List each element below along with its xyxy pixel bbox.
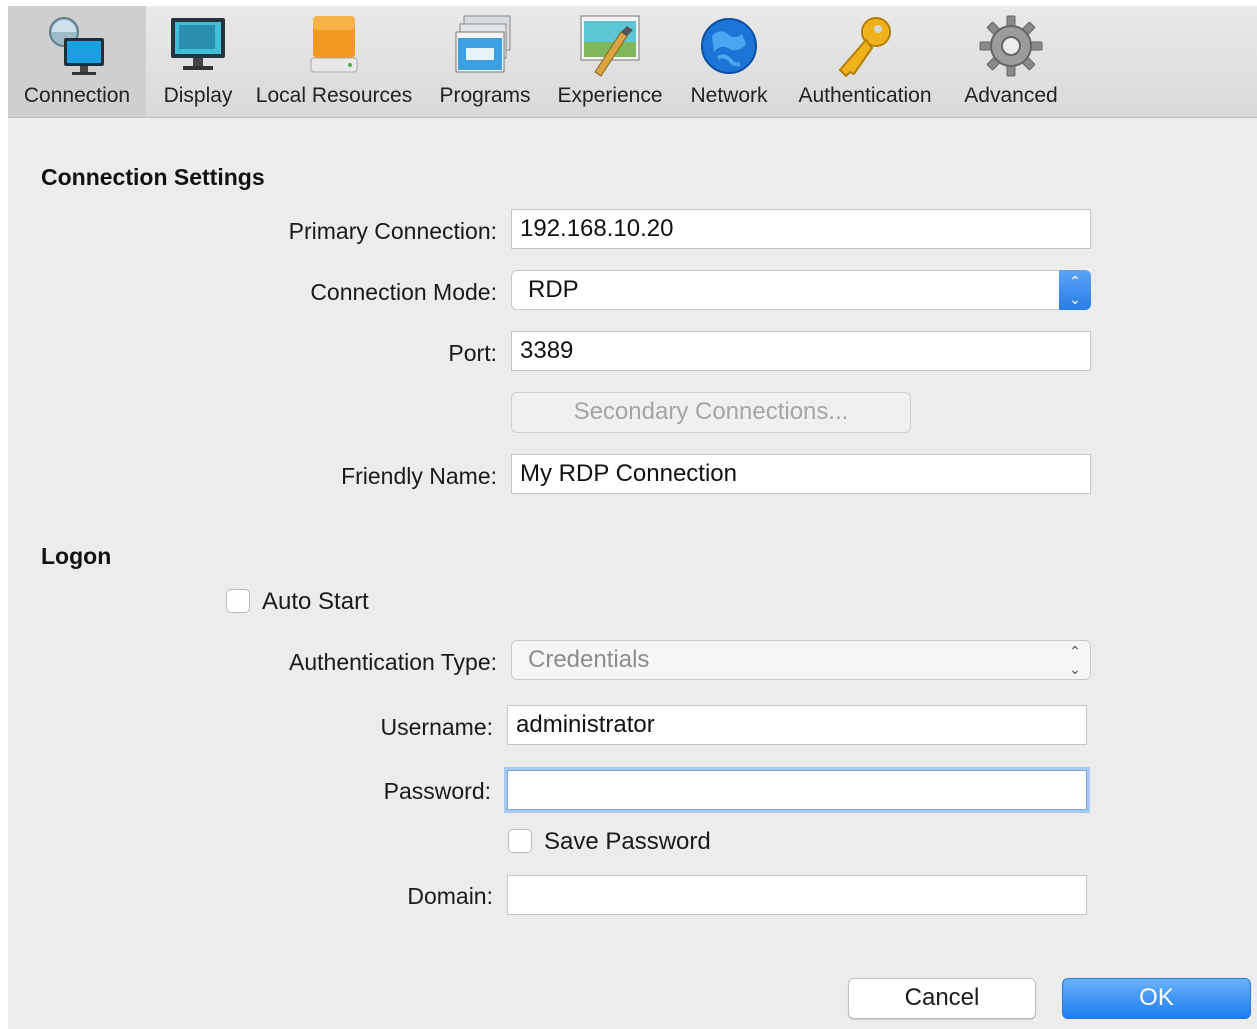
- experience-icon: [580, 15, 640, 77]
- password-input[interactable]: [507, 770, 1087, 810]
- username-input[interactable]: [507, 705, 1087, 745]
- tab-display-label: Display: [163, 84, 233, 107]
- chevron-updown-icon: ⌃ ⌄: [1069, 643, 1081, 677]
- authentication-type-value: Credentials: [528, 646, 650, 673]
- domain-input[interactable]: [507, 875, 1087, 915]
- tab-connection[interactable]: Connection: [8, 6, 146, 117]
- save-password-checkbox[interactable]: [508, 829, 532, 853]
- connection-mode-value: RDP: [528, 276, 579, 303]
- tab-network-label: Network: [690, 84, 768, 107]
- preferences-toolbar: Connection Display Local Resources Progr…: [8, 6, 1257, 118]
- connection-settings-heading: Connection Settings: [41, 164, 265, 190]
- tab-experience-label: Experience: [557, 84, 663, 107]
- authentication-type-select[interactable]: Credentials ⌃ ⌄: [511, 640, 1091, 680]
- port-label: Port:: [448, 340, 497, 366]
- port-input[interactable]: [511, 331, 1091, 371]
- ok-button[interactable]: OK: [1062, 978, 1251, 1019]
- advanced-icon: [979, 15, 1043, 77]
- display-icon: [171, 18, 225, 70]
- tab-advanced[interactable]: Advanced: [956, 6, 1066, 117]
- tab-network[interactable]: Network: [682, 6, 776, 117]
- tab-programs[interactable]: Programs: [432, 6, 538, 117]
- tab-local-resources-label: Local Resources: [255, 84, 413, 107]
- connection-icon: [49, 17, 104, 75]
- tab-experience[interactable]: Experience: [550, 6, 670, 117]
- programs-icon: [455, 15, 511, 73]
- tab-connection-label: Connection: [23, 84, 131, 107]
- auto-start-label[interactable]: Auto Start: [262, 588, 369, 616]
- local-resources-icon: [310, 16, 358, 73]
- username-label: Username:: [380, 714, 493, 740]
- auto-start-checkbox[interactable]: [226, 589, 250, 613]
- tab-local-resources[interactable]: Local Resources: [248, 6, 420, 117]
- connection-settings-window: Connection Display Local Resources Progr…: [8, 6, 1257, 1029]
- network-icon: [701, 18, 757, 74]
- authentication-type-label: Authentication Type:: [289, 649, 497, 675]
- connection-mode-label: Connection Mode:: [310, 279, 497, 305]
- cancel-button[interactable]: Cancel: [848, 978, 1036, 1019]
- tab-advanced-label: Advanced: [964, 84, 1058, 107]
- primary-connection-input[interactable]: [511, 209, 1091, 249]
- domain-label: Domain:: [407, 883, 493, 909]
- friendly-name-input[interactable]: [511, 454, 1091, 494]
- authentication-icon: [838, 17, 891, 78]
- secondary-connections-button[interactable]: Secondary Connections...: [511, 392, 911, 433]
- chevron-updown-icon: ⌃ ⌄: [1059, 270, 1091, 310]
- tab-programs-label: Programs: [439, 84, 531, 107]
- save-password-label[interactable]: Save Password: [544, 828, 711, 856]
- password-label: Password:: [383, 778, 491, 804]
- friendly-name-label: Friendly Name:: [341, 463, 497, 489]
- tab-display[interactable]: Display: [150, 6, 246, 117]
- tab-authentication-label: Authentication: [798, 84, 932, 107]
- tab-authentication[interactable]: Authentication: [788, 6, 942, 117]
- connection-panel: Connection Settings Primary Connection: …: [8, 118, 1257, 1029]
- logon-heading: Logon: [41, 543, 112, 569]
- primary-connection-label: Primary Connection:: [288, 218, 497, 244]
- connection-mode-select[interactable]: RDP ⌃ ⌄: [511, 270, 1091, 310]
